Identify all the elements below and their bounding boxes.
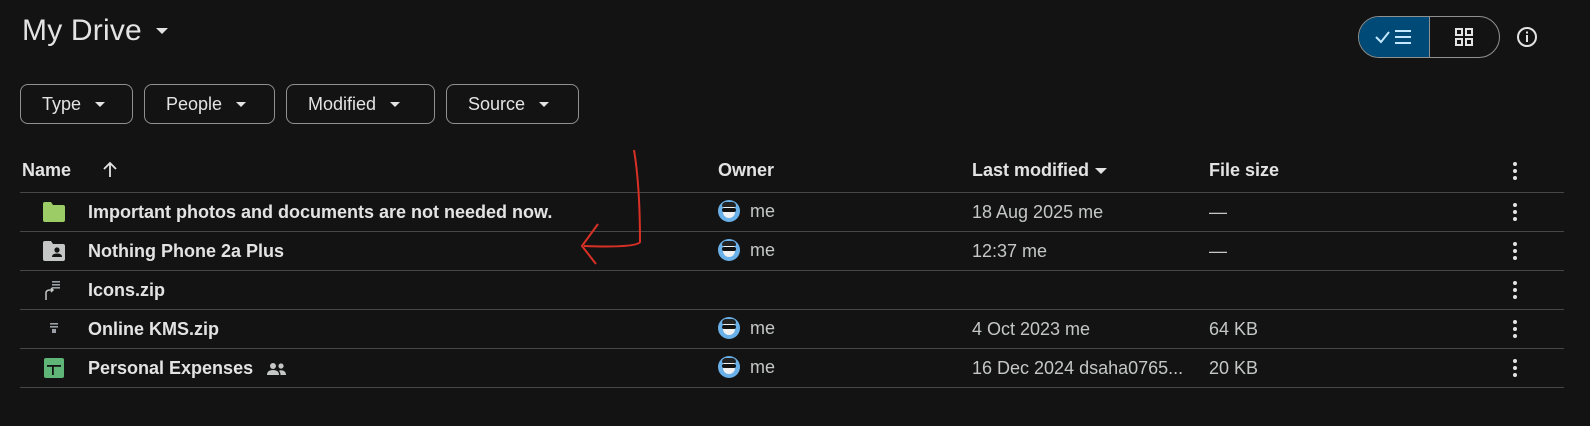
file-name: Icons.zip (88, 280, 166, 300)
column-options-kebab-icon[interactable] (1504, 160, 1526, 182)
file-size: 20 KB (1209, 358, 1259, 378)
file-name-with-shared: Personal Expenses (88, 358, 288, 379)
shared-people-icon (267, 363, 287, 376)
owner-cell: me (718, 356, 775, 378)
my-drive-title-button[interactable]: My Drive (22, 14, 168, 48)
chip-label: Modified (308, 93, 377, 114)
avatar (718, 200, 740, 222)
info-icon[interactable] (1516, 26, 1538, 48)
view-toggle (1358, 16, 1500, 58)
avatar (718, 356, 740, 378)
column-name-header[interactable]: Name (22, 160, 71, 181)
table-row[interactable]: Personal Expenses me 16 Dec 2024 dsaha07… (20, 349, 1564, 388)
avatar (718, 239, 740, 261)
more-actions-kebab-icon[interactable] (1504, 240, 1526, 262)
file-table: Name Owner Last modified File size Impor… (20, 150, 1564, 388)
column-owner-header[interactable]: Owner (718, 160, 774, 181)
more-actions-kebab-icon[interactable] (1504, 201, 1526, 223)
table-header: Name Owner Last modified File size (20, 150, 1564, 193)
page-title: My Drive (22, 14, 142, 47)
filter-type-chip[interactable]: Type (20, 84, 133, 124)
filter-modified-chip[interactable]: Modified (286, 84, 435, 124)
sort-caret-icon (1095, 167, 1108, 174)
check-list-icon (1375, 30, 1411, 44)
caret-down-icon (236, 101, 247, 107)
file-size: — (1209, 241, 1227, 261)
file-name: Personal Expenses (88, 358, 254, 378)
caret-down-icon (390, 101, 401, 107)
table-row[interactable]: Icons.zip (20, 271, 1564, 310)
chip-label: Type (42, 93, 82, 114)
file-name: Online KMS.zip (88, 319, 220, 339)
sort-ascending-arrow-icon[interactable] (102, 161, 118, 179)
chip-label: Source (468, 93, 526, 114)
caret-down-icon (155, 28, 168, 34)
file-name: Nothing Phone 2a Plus (88, 241, 285, 261)
column-last-modified-header[interactable]: Last modified (972, 160, 1108, 181)
grid-view-button[interactable] (1430, 17, 1500, 57)
caret-down-icon (539, 101, 550, 107)
grid-icon (1455, 28, 1474, 46)
owner-name: me (750, 239, 776, 260)
list-view-button[interactable] (1359, 17, 1430, 57)
folder-icon (43, 202, 65, 222)
more-actions-kebab-icon[interactable] (1504, 279, 1526, 301)
file-size: — (1209, 202, 1227, 222)
shared-folder-icon (43, 241, 65, 261)
last-modified: 12:37 me (972, 241, 1048, 261)
more-actions-kebab-icon[interactable] (1504, 357, 1526, 379)
annotation-arrow (580, 149, 642, 265)
owner-name: me (750, 356, 776, 377)
table-row[interactable]: Important photos and documents are not n… (20, 193, 1564, 232)
last-modified: 18 Aug 2025 me (972, 202, 1104, 222)
more-actions-kebab-icon[interactable] (1504, 318, 1526, 340)
chip-label: People (166, 93, 223, 114)
owner-name: me (750, 200, 776, 221)
zip-shortcut-icon (45, 281, 60, 300)
table-row[interactable]: Nothing Phone 2a Plus me 12:37 me — (20, 232, 1564, 271)
owner-cell: me (718, 317, 775, 339)
sheets-icon (44, 358, 64, 378)
filter-people-chip[interactable]: People (144, 84, 275, 124)
filter-bar: Type People Modified Source (20, 84, 579, 124)
last-modified: 16 Dec 2024 dsaha0765... (972, 358, 1184, 378)
filter-source-chip[interactable]: Source (446, 84, 579, 124)
column-file-size-header[interactable]: File size (1209, 160, 1279, 181)
zip-icon (50, 323, 58, 333)
file-name: Important photos and documents are not n… (88, 202, 553, 222)
file-size: 64 KB (1209, 319, 1259, 339)
owner-name: me (750, 317, 776, 338)
owner-cell: me (718, 200, 775, 222)
avatar (718, 317, 740, 339)
table-row[interactable]: Online KMS.zip me 4 Oct 2023 me 64 KB (20, 310, 1564, 349)
caret-down-icon (95, 101, 106, 107)
last-modified: 4 Oct 2023 me (972, 319, 1091, 339)
owner-cell: me (718, 239, 775, 261)
last-modified-label: Last modified (972, 160, 1090, 180)
